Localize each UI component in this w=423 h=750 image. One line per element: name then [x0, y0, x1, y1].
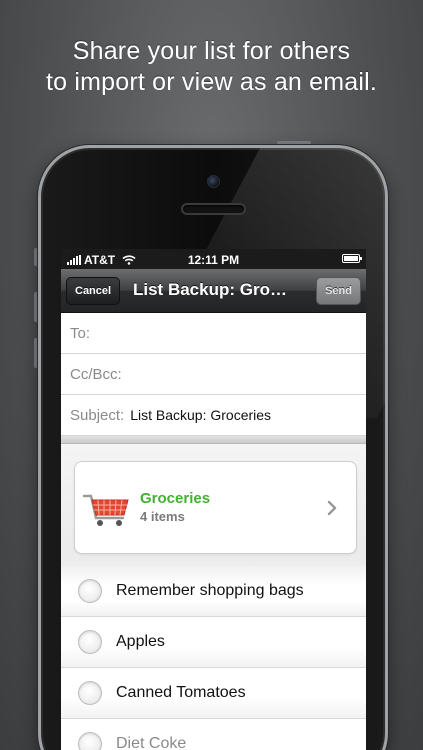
send-button[interactable]: Send: [316, 277, 361, 305]
nav-bar: Cancel List Backup: Gro… Send: [61, 269, 366, 313]
cancel-button[interactable]: Cancel: [66, 277, 121, 305]
nav-title: List Backup: Gro…: [133, 280, 287, 299]
item-label: Canned Tomatoes: [116, 684, 246, 701]
item-list: Remember shopping bags Apples Canned Tom…: [61, 566, 366, 750]
subject-field[interactable]: Subject: List Backup: Groceries: [61, 395, 366, 436]
list-item-count: 4 items: [140, 509, 185, 524]
earpiece-speaker: [181, 203, 246, 215]
list-item[interactable]: Diet Coke: [61, 719, 366, 750]
subject-value[interactable]: List Backup: Groceries: [130, 407, 271, 423]
list-card-groceries[interactable]: Groceries 4 items: [74, 461, 357, 554]
shopping-cart-icon: [82, 494, 129, 526]
email-body[interactable]: Groceries 4 items Remember shopping bags…: [61, 444, 366, 750]
header-body-divider: [61, 436, 366, 444]
battery-icon: [342, 254, 362, 263]
promo-line-1: Share your list for others: [72, 37, 351, 65]
checkbox-circle-icon[interactable]: [78, 732, 102, 750]
item-label: Diet Coke: [116, 735, 187, 750]
item-label: Remember shopping bags: [116, 582, 304, 599]
item-label: Apples: [116, 633, 165, 650]
ccbcc-field[interactable]: Cc/Bcc:: [61, 354, 366, 395]
list-item[interactable]: Canned Tomatoes: [61, 668, 366, 719]
list-item[interactable]: Remember shopping bags: [61, 566, 366, 617]
list-name: Groceries: [140, 490, 211, 507]
checkbox-circle-icon[interactable]: [78, 579, 102, 603]
status-bar: AT&T 12:11 PM: [61, 249, 366, 269]
checkbox-circle-icon[interactable]: [78, 681, 102, 705]
ccbcc-label: Cc/Bcc:: [70, 365, 122, 383]
front-camera: [207, 175, 220, 188]
promo-line-2: to import or view as an email.: [45, 68, 378, 96]
status-time: 12:11 PM: [187, 253, 240, 267]
to-label: To:: [70, 324, 91, 342]
subject-label: Subject:: [70, 406, 125, 424]
chevron-right-icon: [327, 500, 337, 516]
to-field[interactable]: To:: [61, 313, 366, 354]
promo-headline: Share your list for others to import or …: [0, 36, 423, 98]
list-item[interactable]: Apples: [61, 617, 366, 668]
checkbox-circle-icon[interactable]: [78, 630, 102, 654]
phone-screen: AT&T 12:11 PM Cancel List Backup: Gro… S…: [61, 249, 366, 750]
